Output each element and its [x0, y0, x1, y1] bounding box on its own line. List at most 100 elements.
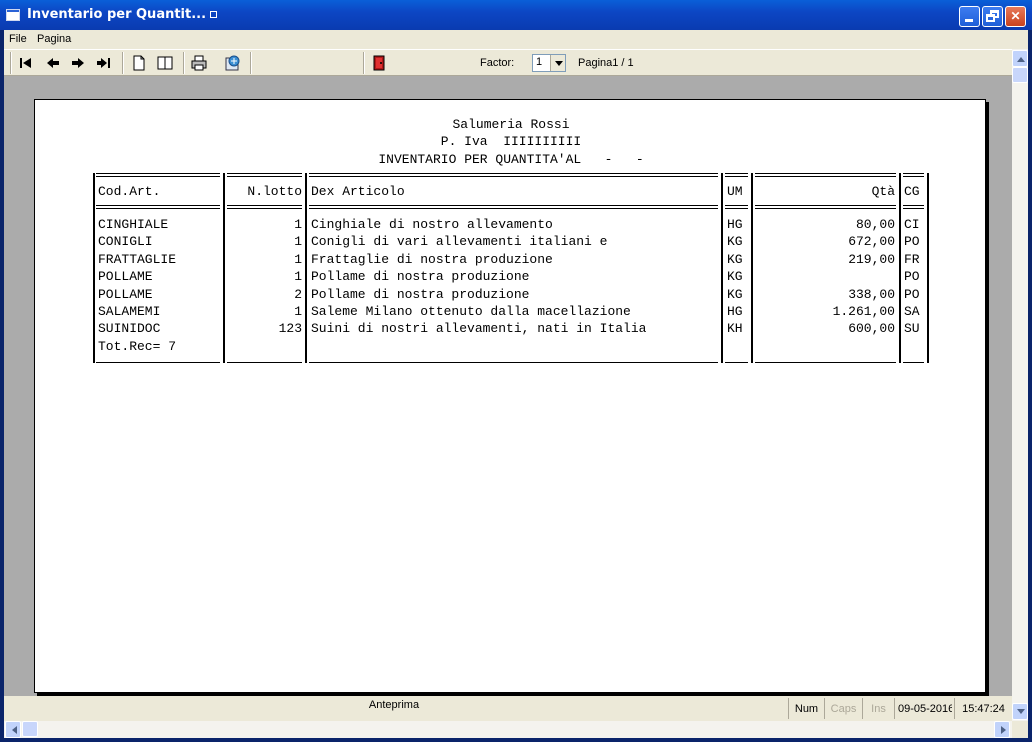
scroll-down-icon[interactable]: [1012, 703, 1028, 720]
status-num: Num: [788, 698, 824, 719]
header-cod: Cod.Art.: [98, 184, 161, 199]
report-page: Salumeria Rossi P. Iva IIIIIIIIII INVENT…: [34, 99, 986, 693]
cell-um: HG: [727, 304, 743, 319]
status-ins: Ins: [862, 698, 894, 719]
hscroll-thumb[interactable]: [22, 721, 38, 737]
cell-um: KH: [727, 321, 743, 336]
cell-dex: Conigli di vari allevamenti italiani e: [311, 234, 608, 249]
cell-cod: SALAMEMI: [98, 304, 161, 319]
toolbar-grip: [10, 52, 12, 74]
cell-um: KG: [727, 252, 743, 267]
cell-lotto: 1: [294, 234, 302, 249]
toolbar-separator: [183, 52, 185, 74]
cell-cod: POLLAME: [98, 287, 153, 302]
exit-door-icon[interactable]: [370, 54, 388, 72]
header-lotto: N.lotto: [247, 184, 302, 199]
header-dex: Dex Articolo: [311, 184, 405, 199]
cell-dex: Cinghiale di nostro allevamento: [311, 217, 553, 232]
cell-cg: PO: [904, 287, 920, 302]
factor-select[interactable]: 1: [532, 54, 566, 72]
menu-pagina[interactable]: Pagina: [37, 33, 71, 45]
app-window: Inventario per Quantit... ✕ File Pagina: [0, 0, 1032, 742]
cell-lotto: 123: [278, 321, 302, 336]
single-page-icon[interactable]: [130, 54, 148, 72]
close-button[interactable]: ✕: [1005, 6, 1026, 27]
header-qta: Qtà: [871, 184, 895, 199]
scroll-up-icon[interactable]: [1012, 50, 1028, 67]
cell-qta: 219,00: [848, 252, 895, 267]
scrollbar-corner: [1012, 721, 1028, 738]
scroll-left-icon[interactable]: [5, 721, 21, 738]
cell-cod: FRATTAGLIE: [98, 252, 177, 267]
menu-bar: File Pagina: [4, 30, 1028, 49]
next-page-icon[interactable]: [69, 54, 87, 72]
cell-qta: 600,00: [848, 321, 895, 336]
cell-cod: CONIGLI: [98, 234, 153, 249]
first-page-icon[interactable]: [17, 54, 35, 72]
cell-lotto: 1: [294, 304, 302, 319]
total-records: Tot.Rec= 7: [98, 339, 177, 354]
export-icon[interactable]: [224, 54, 242, 72]
toolbar-separator: [363, 52, 365, 74]
print-preview-area[interactable]: Salumeria Rossi P. Iva IIIIIIIIII INVENT…: [4, 76, 1012, 696]
report-vat: P. Iva IIIIIIIIII: [440, 134, 582, 149]
cell-dex: Suini di nostri allevamenti, nati in Ita…: [311, 321, 647, 336]
cell-qta: 672,00: [848, 234, 895, 249]
cell-lotto: 2: [294, 287, 302, 302]
header-um: UM: [727, 184, 743, 199]
last-page-icon[interactable]: [95, 54, 113, 72]
cell-cod: SUINIDOC: [98, 321, 161, 336]
vertical-scrollbar[interactable]: [1012, 49, 1028, 721]
cell-dex: Pollame di nostra produzione: [311, 287, 530, 302]
cell-qta: 80,00: [855, 217, 895, 232]
chevron-down-icon[interactable]: [550, 55, 565, 71]
factor-label: Factor:: [480, 57, 515, 69]
maximize-button[interactable]: [982, 6, 1003, 27]
title-marker-icon: [210, 11, 218, 18]
two-pages-icon[interactable]: [156, 54, 174, 72]
minimize-button[interactable]: [959, 6, 980, 27]
cell-dex: Pollame di nostra produzione: [311, 269, 530, 284]
cell-cg: FR: [904, 252, 920, 267]
scroll-right-icon[interactable]: [994, 721, 1010, 738]
status-text: Anteprima: [368, 699, 420, 711]
cell-qta: 338,00: [848, 287, 895, 302]
prev-page-icon[interactable]: [44, 54, 62, 72]
cell-cg: CI: [904, 217, 920, 232]
toolbar-separator: [122, 52, 124, 74]
report-company: Salumeria Rossi: [452, 117, 570, 132]
cell-dex: Saleme Milano ottenuto dalla macellazion…: [311, 304, 631, 319]
cell-qta: 1.261,00: [832, 304, 895, 319]
header-cg: CG: [904, 184, 920, 199]
cell-cod: CINGHIALE: [98, 217, 169, 232]
scroll-thumb[interactable]: [1012, 67, 1028, 83]
window-title: Inventario per Quantit...: [27, 7, 218, 22]
status-caps: Caps: [824, 698, 862, 719]
toolbar-separator: [250, 52, 252, 74]
cell-um: KG: [727, 234, 743, 249]
status-time: 15:47:24: [954, 698, 1012, 719]
factor-value: 1: [536, 56, 543, 68]
horizontal-scrollbar[interactable]: [4, 721, 1012, 738]
report-title: INVENTARIO PER QUANTITA'AL - -: [378, 152, 644, 167]
title-bar[interactable]: Inventario per Quantit... ✕: [0, 0, 1032, 30]
cell-lotto: 1: [294, 252, 302, 267]
report-table: Cod.Art. N.lotto Dex Articolo UM Qtà CG …: [93, 173, 930, 363]
printer-icon[interactable]: [190, 54, 208, 72]
cell-cg: SA: [904, 304, 920, 319]
cell-cg: SU: [904, 321, 920, 336]
window-icon[interactable]: [6, 9, 20, 21]
cell-um: KG: [727, 269, 743, 284]
cell-um: KG: [727, 287, 743, 302]
cell-cg: PO: [904, 269, 920, 284]
status-bar: Anteprima Num Caps Ins 09-05-2016 15:47:…: [4, 696, 1012, 721]
page-indicator: Pagina1 / 1: [578, 57, 634, 69]
cell-cg: PO: [904, 234, 920, 249]
status-date: 09-05-2016: [894, 698, 952, 719]
toolbar: Factor: 1 Pagina1 / 1: [4, 49, 1012, 76]
cell-cod: POLLAME: [98, 269, 153, 284]
cell-dex: Frattaglie di nostra produzione: [311, 252, 553, 267]
cell-lotto: 1: [294, 217, 302, 232]
menu-file[interactable]: File: [9, 33, 27, 45]
cell-lotto: 1: [294, 269, 302, 284]
